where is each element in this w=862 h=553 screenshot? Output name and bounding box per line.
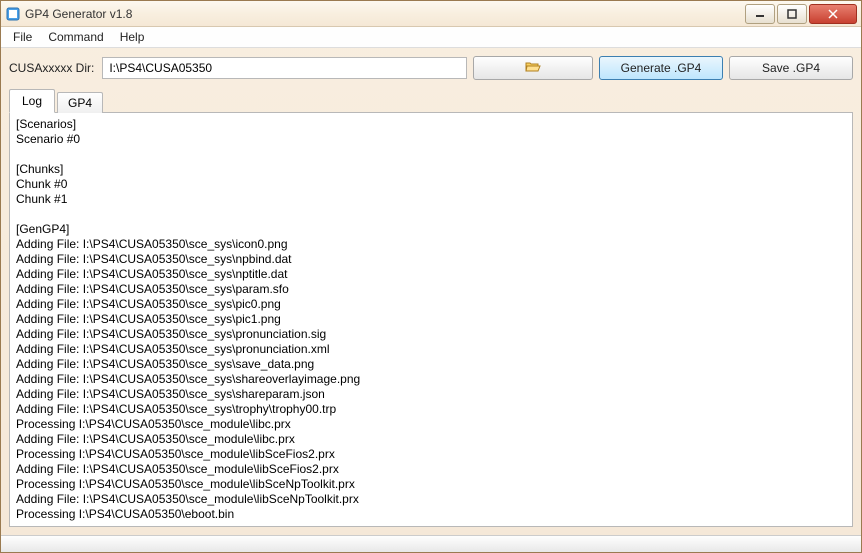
dir-input[interactable] xyxy=(102,57,467,79)
folder-open-icon xyxy=(525,60,541,77)
statusbar xyxy=(1,535,861,552)
log-textarea[interactable]: [Scenarios] Scenario #0 [Chunks] Chunk #… xyxy=(9,112,853,527)
close-button[interactable] xyxy=(809,4,857,24)
menu-file[interactable]: File xyxy=(5,27,40,47)
titlebar[interactable]: GP4 Generator v1.8 xyxy=(1,1,861,27)
menu-help[interactable]: Help xyxy=(112,27,153,47)
menubar: File Command Help xyxy=(1,27,861,48)
tabs-area: Log GP4 [Scenarios] Scenario #0 [Chunks]… xyxy=(9,88,853,527)
toolbar: CUSAxxxxx Dir: Generate .GP4 Save .GP4 xyxy=(1,48,861,88)
window-title: GP4 Generator v1.8 xyxy=(25,7,745,21)
maximize-button[interactable] xyxy=(777,4,807,24)
tab-row: Log GP4 xyxy=(9,88,853,112)
app-window: GP4 Generator v1.8 File Command Help CUS… xyxy=(0,0,862,553)
tab-gp4[interactable]: GP4 xyxy=(57,92,103,113)
window-controls xyxy=(745,4,857,24)
dir-label: CUSAxxxxx Dir: xyxy=(9,61,94,75)
generate-gp4-button[interactable]: Generate .GP4 xyxy=(599,56,723,80)
app-icon xyxy=(5,6,21,22)
tab-log[interactable]: Log xyxy=(9,89,55,113)
minimize-button[interactable] xyxy=(745,4,775,24)
browse-button[interactable] xyxy=(473,56,593,80)
menu-command[interactable]: Command xyxy=(40,27,111,47)
save-gp4-button[interactable]: Save .GP4 xyxy=(729,56,853,80)
